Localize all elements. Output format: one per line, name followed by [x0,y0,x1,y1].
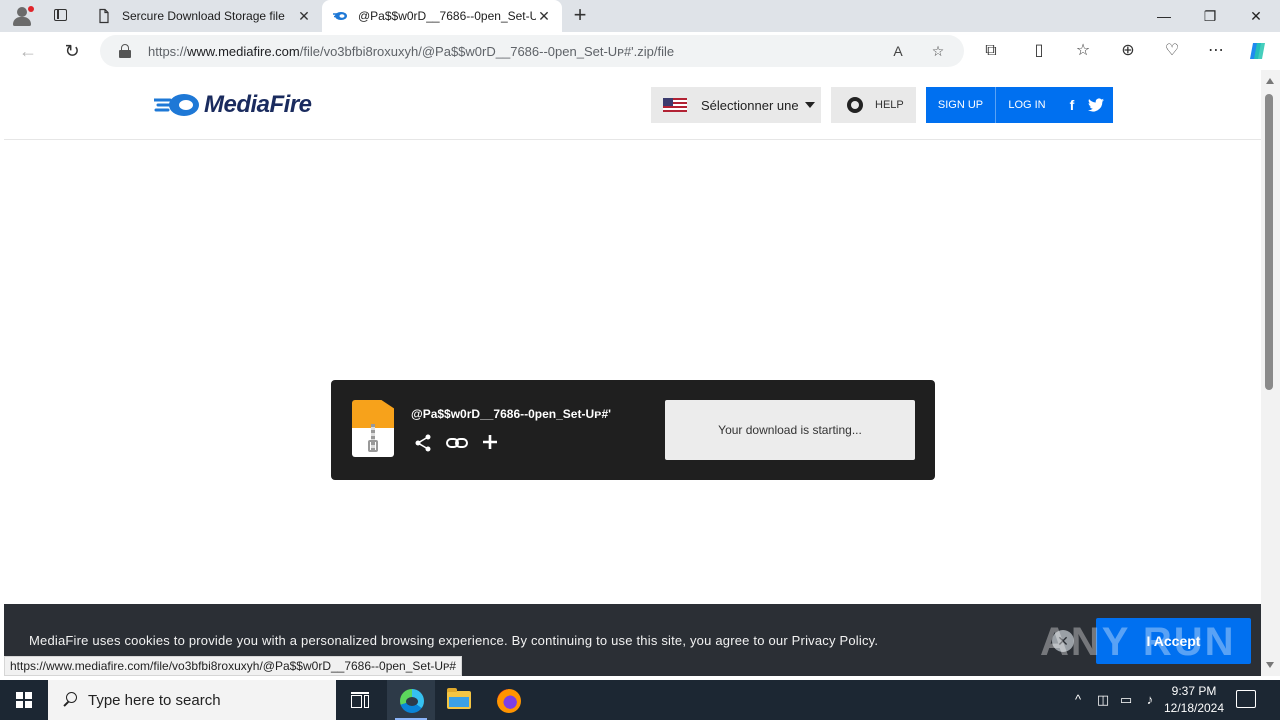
start-button[interactable] [0,680,48,720]
chevron-up-icon[interactable]: ^ [1068,680,1088,720]
download-card: @Pa$$w0rD__7686--0pen_Set-Uᴘ#' Your down… [331,380,935,480]
tab-label: @Pa$$w0rD__7686--0pen_Set-Uᴘ#' [358,9,536,23]
new-tab-button[interactable]: + [568,4,592,28]
edge-icon [400,689,424,713]
page-scrollbar[interactable] [1261,70,1280,676]
mediafire-logo[interactable]: MediaFire [154,90,334,120]
tab-label: Sercure Download Storage file [122,9,285,23]
task-view-icon [351,692,369,708]
minimize-button[interactable]: — [1141,0,1187,32]
url-text[interactable]: https://www.mediafire.com/file/vo3bfbi8r… [148,44,674,59]
lifebuoy-icon [847,97,863,113]
close-icon[interactable]: ✕ [296,8,312,24]
taskbar-edge[interactable] [387,680,435,720]
file-explorer-icon [447,688,471,709]
mediafire-icon [333,12,347,20]
address-toolbar: ← ↻ https://www.mediafire.com/file/vo3bf… [0,32,1280,70]
zip-file-icon [352,400,394,457]
split-screen-icon[interactable]: ▯ [1026,38,1052,64]
favorites-icon[interactable]: ☆ [1070,38,1096,64]
share-icon[interactable] [411,433,435,457]
window-close-button[interactable]: ✕ [1233,0,1279,32]
lock-icon[interactable] [118,44,132,58]
watermark: ANY RUN [1040,620,1236,664]
close-icon[interactable]: ✕ [536,8,552,24]
search-placeholder: Type here to search [88,691,221,709]
windows-icon [16,692,32,708]
back-icon[interactable]: ← [14,38,42,64]
flag-us-icon [663,98,687,112]
taskbar-search[interactable]: Type here to search [48,680,336,720]
scroll-up-icon[interactable] [1266,78,1274,84]
favorite-star-icon[interactable]: ☆ [928,41,948,61]
refresh-icon[interactable]: ↻ [58,38,86,64]
profile-icon[interactable] [8,4,36,28]
task-view-button[interactable] [336,680,384,720]
taskbar-firefox[interactable] [485,680,533,720]
tab-secure-download[interactable]: Sercure Download Storage file ✕ [86,0,322,32]
scroll-thumb[interactable] [1265,94,1273,390]
firefox-icon [497,689,521,713]
search-icon [62,692,78,708]
logo-text: MediaFire [204,91,312,118]
facebook-icon[interactable]: f [1062,95,1082,115]
more-icon[interactable]: ⋯ [1203,38,1229,64]
sign-up-button[interactable]: SIGN UP [926,87,996,123]
scroll-down-icon[interactable] [1266,662,1274,668]
link-icon[interactable] [445,433,469,457]
address-bar[interactable]: https://www.mediafire.com/file/vo3bfbi8r… [100,35,964,67]
extensions-icon[interactable]: ⧉ [978,38,1004,64]
file-name: @Pa$$w0rD__7686--0pen_Set-Uᴘ#' [411,407,612,421]
language-label: Sélectionner une [701,97,799,113]
log-in-button[interactable]: LOG IN [996,87,1058,123]
notification-icon[interactable] [1236,690,1256,708]
read-aloud-icon[interactable]: A [888,41,908,61]
help-button[interactable]: HELP [831,87,916,123]
auth-buttons: SIGN UP LOG IN f [926,87,1113,123]
meet-now-icon[interactable]: ◫ [1094,680,1112,720]
network-icon[interactable]: ▭ [1116,680,1136,720]
copilot-icon[interactable] [1245,38,1271,64]
clock-time: 9:37 PM [1171,684,1217,698]
taskbar-file-explorer[interactable] [435,680,483,720]
web-page: MediaFire Sélectionner une HELP SIGN UP … [4,70,1261,676]
download-status: Your download is starting... [665,400,915,460]
help-label: HELP [875,99,904,111]
browser-title-bar: Sercure Download Storage file ✕ @Pa$$w0r… [0,0,1280,32]
link-status-bar: https://www.mediafire.com/file/vo3bfbi8r… [4,656,462,676]
cookie-text: MediaFire uses cookies to provide you wi… [29,633,879,648]
browser-essentials-icon[interactable]: ♡ [1159,38,1185,64]
clock-date: 12/18/2024 [1163,701,1225,715]
windows-taskbar: Type here to search ^ ◫ ▭ ♪ 9:37 PM 12/1… [0,680,1280,720]
tab-actions-icon[interactable] [48,6,72,26]
chevron-down-icon [804,102,815,108]
collections-icon[interactable]: ⊕ [1115,38,1141,64]
language-select[interactable]: Sélectionner une [651,87,821,123]
site-header: MediaFire Sélectionner une HELP SIGN UP … [4,70,1261,140]
clock[interactable]: 9:37 PM 12/18/2024 [1154,683,1234,717]
twitter-icon[interactable] [1086,95,1106,115]
page-icon [99,8,109,24]
tab-mediafire-file[interactable]: @Pa$$w0rD__7686--0pen_Set-Uᴘ#' ✕ [322,0,562,32]
add-icon[interactable] [478,433,502,457]
mediafire-icon [154,94,199,116]
restore-button[interactable]: ❐ [1187,0,1233,32]
